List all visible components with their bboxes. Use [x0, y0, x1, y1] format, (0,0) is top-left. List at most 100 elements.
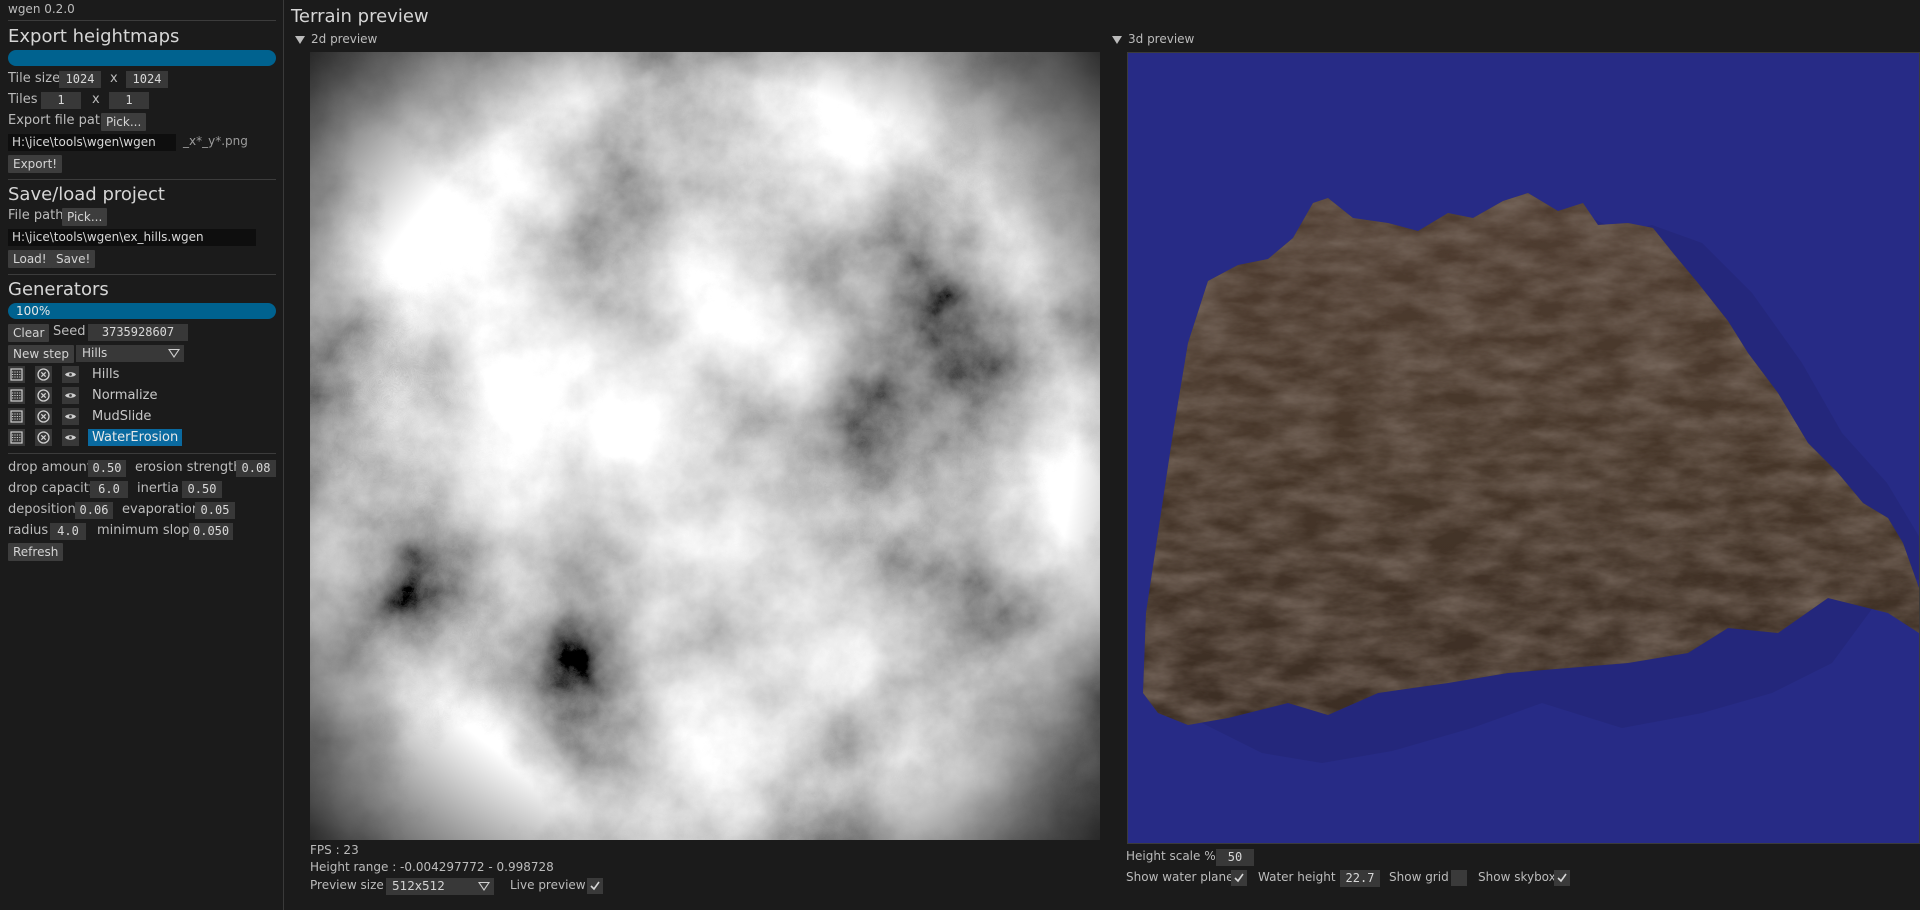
step-item[interactable]: MudSlide — [88, 408, 155, 425]
dropdown-arrow-icon — [478, 882, 490, 891]
show-skybox-label: Show skybox — [1478, 870, 1556, 884]
deposition-label: deposition — [8, 502, 76, 517]
inertia-input[interactable]: 0.50 — [182, 481, 222, 498]
tiles-x-separator: x — [92, 92, 100, 107]
step-type-selected: Hills — [82, 346, 108, 360]
delete-step-button[interactable] — [35, 366, 52, 383]
water-height-input[interactable]: 22.7 — [1340, 870, 1380, 887]
step-item[interactable]: WaterErosion — [88, 429, 183, 446]
delete-icon — [37, 389, 50, 402]
disable-step-button[interactable] — [8, 408, 25, 425]
fps-readout: FPS : 23 — [310, 843, 359, 857]
generators-heading: Generators — [8, 279, 109, 300]
seed-input[interactable]: 3735928607 — [88, 324, 188, 341]
project-path-input[interactable]: H:\jice\tools\wgen\ex_hills.wgen — [8, 229, 256, 246]
radius-input[interactable]: 4.0 — [50, 523, 86, 540]
minimum-slope-input[interactable]: 0.050 — [189, 523, 233, 540]
panel-2d-label: 2d preview — [311, 32, 378, 46]
divider — [8, 274, 276, 275]
tiles-x-input[interactable]: 1 — [41, 92, 81, 109]
export-heading: Export heightmaps — [8, 26, 180, 47]
live-preview-label: Live preview — [510, 878, 586, 892]
disable-step-button[interactable] — [8, 387, 25, 404]
terrain-3d-render — [1143, 193, 1920, 763]
tile-height-input[interactable]: 1024 — [126, 71, 168, 88]
export-progress-bar — [8, 50, 276, 66]
live-preview-checkbox[interactable] — [587, 878, 603, 894]
deposition-input[interactable]: 0.06 — [75, 502, 113, 519]
drop-amount-label: drop amount — [8, 460, 92, 475]
checkmark-icon — [1234, 873, 1244, 883]
delete-icon — [37, 431, 50, 444]
export-button[interactable]: Export! — [8, 155, 63, 173]
export-path-input[interactable]: H:\jice\tools\wgen\wgen — [8, 134, 176, 151]
visibility-eye-step-button[interactable] — [62, 387, 79, 404]
delete-step-button[interactable] — [35, 387, 52, 404]
tile-x-separator: x — [110, 71, 118, 86]
height-scale-label: Height scale % — [1126, 849, 1216, 863]
save-button[interactable]: Save! — [51, 250, 96, 268]
visibility-eye-icon — [65, 414, 76, 419]
seed-label: Seed — [53, 324, 86, 339]
refresh-button[interactable]: Refresh — [8, 543, 64, 561]
load-button[interactable]: Load! — [8, 250, 52, 268]
show-water-checkbox[interactable] — [1231, 870, 1247, 886]
preview-size-label: Preview size — [310, 878, 384, 892]
export-suffix: _x*_y*.png — [183, 134, 248, 148]
radius-label: radius — [8, 523, 49, 538]
tiles-y-input[interactable]: 1 — [109, 92, 149, 109]
visibility-eye-step-button[interactable] — [62, 408, 79, 425]
drop-amount-input[interactable]: 0.50 — [88, 460, 126, 477]
erosion-strength-input[interactable]: 0.08 — [236, 460, 276, 477]
panel-2d-header[interactable]: 2d preview — [295, 32, 377, 46]
drop-capacity-label: drop capacity — [8, 481, 97, 496]
disable-icon — [10, 368, 23, 381]
preview-size-selected: 512x512 — [392, 879, 445, 893]
export-path-label: Export file path — [8, 113, 109, 128]
step-item[interactable]: Hills — [88, 366, 123, 383]
delete-step-button[interactable] — [35, 408, 52, 425]
disable-icon — [10, 410, 23, 423]
show-skybox-checkbox[interactable] — [1554, 870, 1570, 886]
visibility-eye-step-button[interactable] — [62, 429, 79, 446]
disable-step-button[interactable] — [8, 366, 25, 383]
terrain-3d-preview[interactable] — [1127, 52, 1920, 844]
panel-3d-label: 3d preview — [1128, 32, 1195, 46]
collapse-triangle-icon — [295, 35, 305, 44]
new-step-button[interactable]: New step — [8, 345, 74, 363]
project-file-path-label: File path — [8, 208, 64, 223]
heightmap-2d-preview[interactable] — [310, 52, 1100, 840]
tile-width-input[interactable]: 1024 — [59, 71, 101, 88]
visibility-eye-step-button[interactable] — [62, 366, 79, 383]
delete-icon — [37, 368, 50, 381]
left-sidebar: wgen 0.2.0 Export heightmaps Tile size 1… — [0, 0, 284, 910]
export-pick-button[interactable]: Pick... — [101, 113, 147, 131]
delete-icon — [37, 410, 50, 423]
drop-capacity-input[interactable]: 6.0 — [90, 481, 128, 498]
disable-step-button[interactable] — [8, 429, 25, 446]
app-title: wgen 0.2.0 — [8, 2, 75, 16]
evaporation-label: evaporation — [122, 502, 201, 517]
evaporation-input[interactable]: 0.05 — [195, 502, 235, 519]
disable-icon — [10, 431, 23, 444]
step-type-select[interactable]: Hills — [76, 345, 184, 362]
visibility-eye-icon — [65, 435, 76, 440]
erosion-strength-label: erosion strength — [135, 460, 242, 475]
disable-icon — [10, 389, 23, 402]
divider — [8, 179, 276, 180]
water-height-label: Water height — [1258, 870, 1336, 884]
project-pick-button[interactable]: Pick... — [62, 208, 108, 226]
divider — [8, 453, 276, 454]
panel-3d-header[interactable]: 3d preview — [1112, 32, 1194, 46]
divider — [8, 20, 276, 21]
inertia-label: inertia — [137, 481, 179, 496]
clear-button[interactable]: Clear — [8, 324, 50, 342]
height-scale-input[interactable]: 50 — [1216, 849, 1254, 866]
show-grid-checkbox[interactable] — [1451, 870, 1467, 886]
show-water-label: Show water plane — [1126, 870, 1234, 884]
preview-size-select[interactable]: 512x512 — [386, 878, 494, 895]
delete-step-button[interactable] — [35, 429, 52, 446]
visibility-eye-icon — [65, 393, 76, 398]
step-item[interactable]: Normalize — [88, 387, 161, 404]
dropdown-arrow-icon — [168, 349, 180, 358]
